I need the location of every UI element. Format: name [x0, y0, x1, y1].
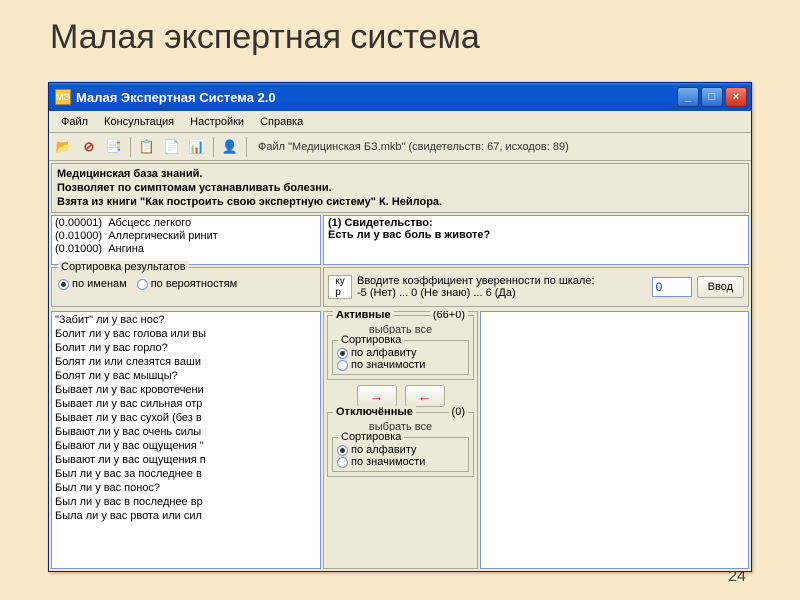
user-icon[interactable]: 👤	[219, 136, 241, 158]
coef-prompt-2: -5 (Нет) ... 0 (Не знаю) ... 6 (Да)	[357, 287, 647, 299]
kb-info-panel: Медицинская база знаний. Позволяет по си…	[51, 163, 749, 213]
question-row[interactable]: Был ли у вас за последнее в	[55, 467, 317, 481]
radio-dot-icon	[337, 445, 348, 456]
sort-label: Сортировка	[338, 431, 404, 443]
disabled-count: (0)	[449, 406, 468, 418]
question-row[interactable]: Болят ли или слезятся ваши	[55, 355, 317, 369]
menu-help[interactable]: Справка	[252, 114, 311, 130]
content-area	[480, 311, 749, 569]
question-row[interactable]: Бывают ли у вас ощущения "	[55, 439, 317, 453]
menu-settings[interactable]: Настройки	[182, 114, 252, 130]
sort-results-group: Сортировка результатов по именам по веро…	[51, 267, 321, 307]
open-icon[interactable]: 📂	[53, 136, 75, 158]
radio-dot-icon	[58, 279, 69, 290]
move-right-button[interactable]: →	[357, 385, 397, 407]
slide-title: Малая экспертная система	[0, 0, 800, 71]
sort-results-label: Сортировка результатов	[58, 261, 189, 273]
info-line-1: Медицинская база знаний.	[57, 168, 202, 180]
move-left-button[interactable]: ←	[405, 385, 445, 407]
maximize-button[interactable]: □	[701, 87, 723, 107]
filter-panel: Активные (66+0) выбрать все Сортировка п…	[323, 311, 478, 569]
menu-consult[interactable]: Консультация	[96, 114, 182, 130]
radio-disabled-signif[interactable]: по значимости	[337, 456, 464, 468]
toolbar-separator	[213, 137, 214, 157]
tool-icon-3[interactable]: 📊	[186, 136, 208, 158]
result-row[interactable]: (0.00001) Абсцесс легкого	[55, 217, 317, 230]
radio-disabled-alpha[interactable]: по алфавиту	[337, 444, 464, 456]
info-line-2: Позволяет по симптомам устанавливать бол…	[57, 182, 332, 194]
file-info-label: Файл "Медицинская БЗ.mkb" (свидетельств:…	[258, 141, 569, 153]
window-title: Малая Экспертная Система 2.0	[76, 90, 677, 105]
disabled-label: Отключённые	[333, 406, 416, 418]
enter-button[interactable]: Ввод	[697, 276, 744, 298]
question-row[interactable]: Бывают ли у вас ощущения п	[55, 453, 317, 467]
app-icon: МЭ	[55, 89, 71, 105]
tool-icon-2[interactable]: 📄	[161, 136, 183, 158]
question-row[interactable]: Была ли у вас рвота или сил	[55, 509, 317, 523]
evidence-box: (1) Свидетельство: Есть ли у вас боль в …	[323, 215, 749, 265]
question-row[interactable]: Был ли у вас понос?	[55, 481, 317, 495]
questions-list[interactable]: "Забит" ли у вас нос? Болит ли у вас гол…	[51, 311, 321, 569]
question-row[interactable]: Болят ли у вас мышцы?	[55, 369, 317, 383]
result-row[interactable]: (0.01000) Ангина	[55, 243, 317, 256]
active-label: Активные	[333, 311, 394, 321]
scale-icon: кур	[328, 275, 352, 299]
close-button[interactable]: ×	[725, 87, 747, 107]
kb-icon[interactable]: 📑	[103, 136, 125, 158]
minimize-button[interactable]: _	[677, 87, 699, 107]
radio-sort-by-prob[interactable]: по вероятностям	[137, 278, 237, 290]
radio-active-alpha[interactable]: по алфавиту	[337, 347, 464, 359]
radio-active-signif[interactable]: по значимости	[337, 359, 464, 371]
info-line-3: Взята из книги "Как построить свою экспе…	[57, 196, 442, 208]
toolbar: 📂 ⊘ 📑 📋 📄 📊 👤 Файл "Медицинская БЗ.mkb" …	[49, 133, 751, 161]
question-row[interactable]: Бывает ли у вас сухой (без в	[55, 411, 317, 425]
toolbar-separator	[246, 137, 247, 157]
question-row[interactable]: Бывает ли у вас сильная отр	[55, 397, 317, 411]
menubar: Файл Консультация Настройки Справка	[49, 111, 751, 133]
question-row[interactable]: Бывают ли у вас очень силы	[55, 425, 317, 439]
evidence-question: Есть ли у вас боль в животе?	[328, 229, 744, 241]
sort-label: Сортировка	[338, 334, 404, 346]
radio-dot-icon	[337, 348, 348, 359]
question-row[interactable]: Бывает ли у вас кровотечени	[55, 383, 317, 397]
radio-sort-by-name[interactable]: по именам	[58, 278, 127, 290]
evidence-header: (1) Свидетельство:	[328, 217, 744, 229]
results-list[interactable]: (0.00001) Абсцесс легкого (0.01000) Алле…	[51, 215, 321, 265]
disabled-section: Отключённые (0) выбрать все Сортировка п…	[327, 412, 474, 477]
app-window: МЭ Малая Экспертная Система 2.0 _ □ × Фа…	[48, 82, 752, 572]
tool-icon-1[interactable]: 📋	[136, 136, 158, 158]
question-row[interactable]: Болит ли у вас голова или вы	[55, 327, 317, 341]
coefficient-input[interactable]	[652, 277, 692, 297]
active-count: (66+0)	[430, 311, 468, 321]
coef-prompt-1: Вводите коэффициент уверенности по шкале…	[357, 275, 647, 287]
cancel-icon[interactable]: ⊘	[78, 136, 100, 158]
question-row[interactable]: Был ли у вас в последнее вр	[55, 495, 317, 509]
question-row[interactable]: "Забит" ли у вас нос?	[55, 313, 317, 327]
result-row[interactable]: (0.01000) Аллергический ринит	[55, 230, 317, 243]
question-row[interactable]: Болит ли у вас горло?	[55, 341, 317, 355]
coefficient-group: кур Вводите коэффициент уверенности по ш…	[323, 267, 749, 307]
active-section: Активные (66+0) выбрать все Сортировка п…	[327, 315, 474, 380]
radio-dot-icon	[337, 457, 348, 468]
radio-dot-icon	[337, 360, 348, 371]
toolbar-separator	[130, 137, 131, 157]
titlebar: МЭ Малая Экспертная Система 2.0 _ □ ×	[49, 83, 751, 111]
menu-file[interactable]: Файл	[53, 114, 96, 130]
radio-dot-icon	[137, 279, 148, 290]
